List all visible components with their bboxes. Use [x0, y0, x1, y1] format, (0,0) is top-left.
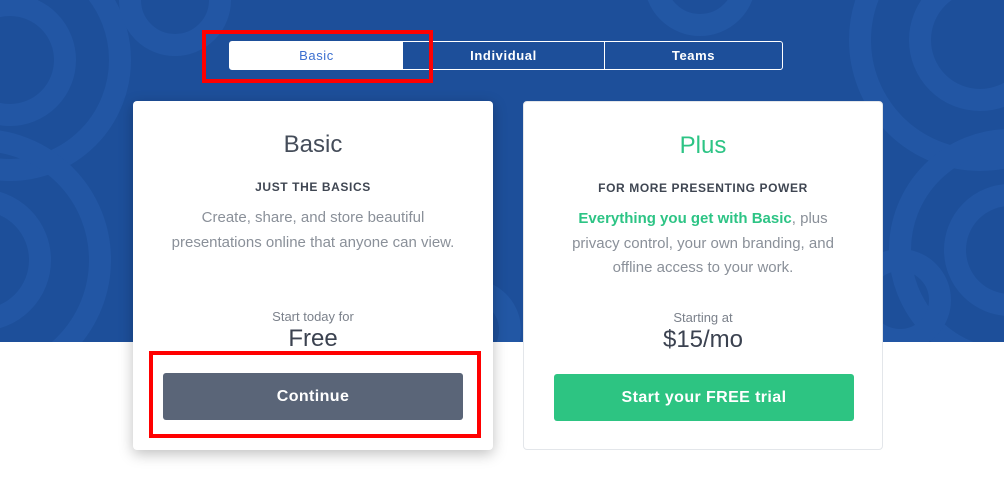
price-label: Starting at: [673, 310, 733, 325]
plan-subtitle: FOR MORE PRESENTING POWER: [598, 181, 808, 195]
tab-basic[interactable]: Basic: [230, 42, 403, 69]
plan-tabs: Basic Individual Teams: [229, 41, 783, 70]
description-highlight: Everything you get with Basic: [578, 210, 792, 227]
plus-plan-card: Plus FOR MORE PRESENTING POWER Everythin…: [523, 101, 883, 450]
continue-button[interactable]: Continue: [163, 373, 463, 420]
price-label: Start today for: [272, 309, 354, 324]
tab-individual[interactable]: Individual: [403, 42, 605, 69]
start-trial-button[interactable]: Start your FREE trial: [554, 374, 854, 421]
plan-title: Basic: [283, 131, 343, 158]
plan-price: $15/mo: [662, 326, 744, 353]
plan-subtitle: JUST THE BASICS: [255, 180, 371, 194]
tab-teams[interactable]: Teams: [605, 42, 782, 69]
plan-description: Everything you get with Basic, plus priv…: [554, 207, 852, 281]
basic-plan-card: Basic JUST THE BASICS Create, share, and…: [133, 101, 493, 450]
plan-title: Plus: [679, 132, 727, 159]
plan-price: Free: [288, 325, 338, 352]
plan-description: Create, share, and store beautiful prese…: [171, 209, 455, 251]
